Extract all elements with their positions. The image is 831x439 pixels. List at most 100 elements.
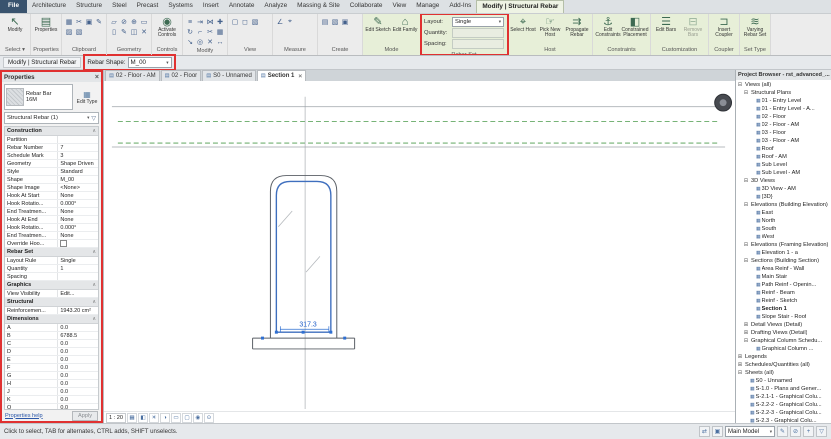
modify-button[interactable]: ↖ Modify	[2, 15, 28, 46]
tree-item-roof-am[interactable]: ▦ Roof - AM	[736, 153, 831, 161]
tree-item-graphical-column-schedu[interactable]: ⊟ Graphical Column Schedu...	[736, 337, 831, 345]
tree-item-elevations-framing-elevation[interactable]: ⊟ Elevations (Framing Elevation)	[736, 241, 831, 249]
expander-icon[interactable]: ⊟	[737, 370, 743, 376]
options-mode-label[interactable]: Modify | Structural Rebar	[3, 57, 82, 68]
checkbox[interactable]	[60, 240, 68, 247]
property-value[interactable]: 7	[58, 144, 98, 151]
rebar-grip[interactable]	[261, 336, 264, 340]
crop-view-icon[interactable]: ▭	[171, 412, 181, 423]
ribbon-tab-insert[interactable]: Insert	[198, 0, 224, 13]
expander-icon[interactable]: ⊟	[743, 202, 749, 208]
property-value[interactable]: None	[58, 208, 98, 215]
column-outline[interactable]	[269, 175, 338, 339]
component-button[interactable]: ▣	[340, 17, 350, 27]
edit-family-button[interactable]: ⌂ Edit Family	[392, 15, 418, 46]
tree-item-schedules-quantities-all[interactable]: ⊞ Schedules/Quantities (all)	[736, 361, 831, 369]
collapse-icon[interactable]: ∧	[92, 299, 96, 305]
tree-item-3d[interactable]: ▦ {3D}	[736, 193, 831, 201]
shadows-icon[interactable]: ◑	[160, 412, 170, 423]
ribbon-tab-add-ins[interactable]: Add-Ins	[444, 0, 476, 13]
expander-icon[interactable]: ⊞	[743, 330, 749, 336]
section-header-dimensions[interactable]: Dimensions ∧	[5, 315, 98, 324]
ribbon-tab-modify-structural-rebar[interactable]: Modify | Structural Rebar	[476, 0, 565, 13]
property-value[interactable]: 0.0	[58, 340, 98, 347]
filter-icon[interactable]: ▽	[816, 426, 827, 437]
close-icon[interactable]: ×	[95, 74, 99, 81]
paint-button[interactable]: ✎	[119, 27, 129, 37]
tree-item-03-floor[interactable]: ▦ 03 - Floor	[736, 129, 831, 137]
edit-sketch-button[interactable]: ✎ Edit Sketch	[365, 15, 391, 46]
rebar-grip[interactable]	[343, 336, 347, 340]
extend-button[interactable]: ↔	[215, 37, 225, 47]
rotate-button[interactable]: ↻	[185, 27, 195, 37]
join-button[interactable]: ⊕	[129, 17, 139, 27]
tree-item-02-floor[interactable]: ▦ 02 - Floor	[736, 113, 831, 121]
view-tab-02-floor-am[interactable]: ▤ 02 - Floor - AM	[105, 70, 160, 81]
properties-help-link[interactable]: Properties help	[5, 413, 43, 419]
expander-icon[interactable]: ⊟	[743, 258, 749, 264]
expander-icon[interactable]: ⊞	[743, 322, 749, 328]
rebar-grip[interactable]	[274, 330, 278, 334]
ribbon-tab-massing-site[interactable]: Massing & Site	[292, 0, 345, 13]
matchtype-button[interactable]: ▧	[74, 27, 84, 37]
editable-only-icon[interactable]: ✎	[777, 426, 788, 437]
property-value[interactable]: 0.000°	[58, 200, 98, 207]
property-value[interactable]: Shape Driven	[58, 160, 98, 167]
property-value[interactable]: 0.0	[58, 396, 98, 403]
rebar-grip[interactable]	[301, 330, 305, 334]
tree-item-s0-unnamed[interactable]: ▦ S0 - Unnamed	[736, 377, 831, 385]
property-value[interactable]: 1	[58, 265, 98, 272]
crop-visibility-icon[interactable]: ▢	[182, 412, 192, 423]
section-header-structural[interactable]: Structural ∧	[5, 298, 98, 307]
split-button[interactable]: ✂	[205, 27, 215, 37]
property-value[interactable]: 0.0	[58, 380, 98, 387]
ribbon-tab-steel[interactable]: Steel	[107, 0, 132, 13]
tree-item-03-floor-am[interactable]: ▦ 03 - Floor - AM	[736, 137, 831, 145]
scale-control[interactable]: 1 : 20	[106, 412, 126, 423]
collapse-icon[interactable]: ∧	[92, 249, 96, 255]
pin-button[interactable]: ◎	[195, 37, 205, 47]
wall-join-button[interactable]: ▯	[109, 27, 119, 37]
constrained-placement-button[interactable]: ◧ Constrained Placement	[622, 15, 649, 46]
varying-rebar-set-button[interactable]: ≋ Varying Rebar Set	[742, 15, 768, 46]
paste-button[interactable]: ▦	[64, 17, 74, 27]
selected-rebar[interactable]	[275, 180, 332, 333]
pick-new-host-button[interactable]: ☞ Pick New Host	[537, 15, 563, 46]
split-face-button[interactable]: ◫	[129, 27, 139, 37]
property-value[interactable]: 0.0	[58, 348, 98, 355]
ribbon-tab-structure[interactable]: Structure	[71, 0, 107, 13]
ribbon-tab-analyze[interactable]: Analyze	[259, 0, 292, 13]
view-tab-section-1[interactable]: ▤ Section 1 ×	[256, 70, 307, 81]
tree-item-elevations-building-elevation[interactable]: ⊟ Elevations (Building Elevation)	[736, 201, 831, 209]
close-tab-icon[interactable]: ×	[298, 73, 302, 80]
property-value[interactable]: Edit...	[58, 290, 98, 297]
ribbon-tab-collaborate[interactable]: Collaborate	[345, 0, 388, 13]
beam-join-button[interactable]: ▭	[139, 17, 149, 27]
array-button[interactable]: ▦	[215, 27, 225, 37]
tree-item-drafting-views-detail[interactable]: ⊞ Drafting Views (Detail)	[736, 329, 831, 337]
ribbon-tab-architecture[interactable]: Architecture	[27, 0, 71, 13]
press-drag-icon[interactable]: +	[803, 426, 814, 437]
ribbon-tab-view[interactable]: View	[387, 0, 411, 13]
tree-item-reinf-sketch[interactable]: ▦ Reinf - Sketch	[736, 297, 831, 305]
temporary-hide-icon[interactable]: ◉	[193, 412, 203, 423]
ribbon-tab-precast[interactable]: Precast	[132, 0, 164, 13]
property-value[interactable]: None	[58, 216, 98, 223]
tree-item-sub-level-am[interactable]: ▦ Sub Level - AM	[736, 169, 831, 177]
design-option-select[interactable]: Main Model ▾	[725, 426, 775, 437]
propagate-rebar-button[interactable]: ⇉ Propagate Rebar	[564, 15, 590, 46]
demolish-button[interactable]: ✕	[139, 27, 149, 37]
property-value[interactable]: 0.0	[58, 324, 98, 331]
reveal-hidden-icon[interactable]: ⊙	[204, 412, 214, 423]
tree-item-path-reinf-openin[interactable]: ▦ Path Reinf - Openin...	[736, 281, 831, 289]
tree-item-legends[interactable]: ⊞ Legends	[736, 353, 831, 361]
rebar-shape-select[interactable]: M_00 ▾	[127, 57, 172, 68]
tree-item-3d-view-am[interactable]: ▦ 3D View - AM	[736, 185, 831, 193]
tree-item-main-stair[interactable]: ▦ Main Stair	[736, 273, 831, 281]
properties-button[interactable]: ▤ Properties	[33, 15, 59, 46]
offset-button[interactable]: ⇥	[195, 17, 205, 27]
drawing-area[interactable]: 317.3	[104, 81, 735, 411]
ribbon-tab-manage[interactable]: Manage	[411, 0, 444, 13]
temporary-dimension-value[interactable]: 317.3	[299, 321, 316, 328]
property-value[interactable]: 0.0	[58, 356, 98, 363]
